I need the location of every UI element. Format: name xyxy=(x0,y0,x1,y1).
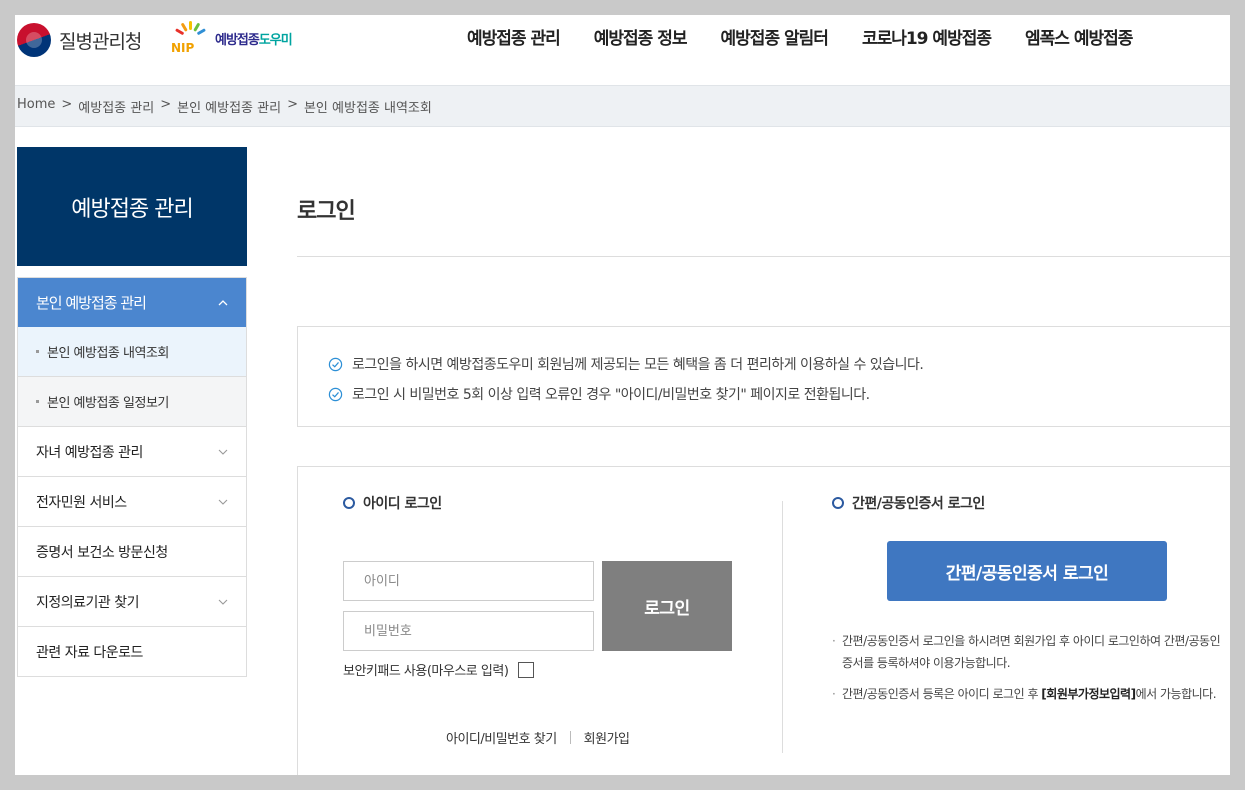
bullet-icon xyxy=(36,400,39,403)
sidebar-title: 예방접종 관리 xyxy=(17,147,247,266)
cert-login-title-text: 간편/공동인증서 로그인 xyxy=(852,496,985,512)
breadcrumb: Home > 예방접종 관리 > 본인 예방접종 관리 > 본인 예방접종 내역… xyxy=(17,97,432,116)
login-divider xyxy=(782,501,783,753)
sidebar-menu: 본인 예방접종 관리 본인 예방접종 내역조회 본인 예방접종 일정보기 자녀 … xyxy=(17,277,247,677)
sidebar-item-child-vaccination[interactable]: 자녀 예방접종 관리 xyxy=(18,427,246,477)
page-title: 로그인 xyxy=(297,199,356,224)
secure-keypad-label: 보안키패드 사용(마우스로 입력) xyxy=(343,664,509,679)
gnb-vaccination-info[interactable]: 예방접종 정보 xyxy=(577,27,704,51)
site-header: 질병관리청 NIP 예방접종도우미 예방접종 관리 예방접종 정보 예방접종 알… xyxy=(15,15,1230,85)
breadcrumb-item[interactable]: 예방접종 관리 xyxy=(78,97,154,116)
notice-box: 로그인을 하시면 예방접종도우미 회원님께 제공되는 모든 혜택을 좀 더 편리… xyxy=(297,326,1230,427)
sidebar-item-label: 지정의료기관 찾기 xyxy=(36,594,140,611)
breadcrumb-item[interactable]: 본인 예방접종 관리 xyxy=(177,97,281,116)
nip-logo-text: NIP xyxy=(171,41,195,55)
sidebar-group-self-vaccination[interactable]: 본인 예방접종 관리 xyxy=(18,278,246,327)
id-input[interactable] xyxy=(343,561,594,601)
sidebar-item-label: 증명서 보건소 방문신청 xyxy=(36,544,168,561)
nip-logo[interactable]: NIP 예방접종도우미 xyxy=(171,21,293,55)
breadcrumb-home[interactable]: Home xyxy=(17,97,55,116)
sidebar-item-e-civil-service[interactable]: 전자민원 서비스 xyxy=(18,477,246,527)
secure-keypad-checkbox[interactable] xyxy=(518,661,535,678)
notice-text: 로그인 시 비밀번호 5회 이상 입력 오류인 경우 "아이디/비밀번호 찾기"… xyxy=(352,387,870,403)
sidebar-subitem-schedule[interactable]: 본인 예방접종 일정보기 xyxy=(18,377,246,427)
member-info-link-text: [회원부가정보입력] xyxy=(1041,687,1136,701)
sun-logo-icon: NIP xyxy=(171,21,211,55)
gnb-vaccination-management[interactable]: 예방접종 관리 xyxy=(450,27,577,51)
sidebar-item-certificate-request[interactable]: 증명서 보건소 방문신청 xyxy=(18,527,246,577)
nip-name: 예방접종도우미 xyxy=(215,32,293,48)
breadcrumb-bar: Home > 예방접종 관리 > 본인 예방접종 관리 > 본인 예방접종 내역… xyxy=(15,85,1230,127)
gnb-vaccination-notice[interactable]: 예방접종 알림터 xyxy=(704,27,845,51)
login-box: 아이디 로그인 로그인 보안키패드 사용(마우스로 입력) 아이디/비밀번호 찾… xyxy=(297,466,1230,775)
org-name: 질병관리청 xyxy=(59,30,142,53)
chevron-down-icon xyxy=(218,599,228,605)
cert-login-title: 간편/공동인증서 로그인 xyxy=(832,493,985,513)
sidebar-item-label: 전자민원 서비스 xyxy=(36,494,127,511)
notice-item: 로그인을 하시면 예방접종도우미 회원님께 제공되는 모든 혜택을 좀 더 편리… xyxy=(328,354,924,374)
check-circle-icon xyxy=(328,387,343,401)
notice-text: 로그인을 하시면 예방접종도우미 회원님께 제공되는 모든 혜택을 좀 더 편리… xyxy=(352,357,924,373)
chevron-up-icon xyxy=(218,299,228,305)
breadcrumb-current: 본인 예방접종 내역조회 xyxy=(303,101,432,116)
find-id-password-link[interactable]: 아이디/비밀번호 찾기 xyxy=(446,728,557,747)
sidebar-subitem-history[interactable]: 본인 예방접종 내역조회 xyxy=(18,327,246,377)
notice-item: 로그인 시 비밀번호 5회 이상 입력 오류인 경우 "아이디/비밀번호 찾기"… xyxy=(328,384,870,404)
sidebar-item-downloads[interactable]: 관련 자료 다운로드 xyxy=(18,627,246,676)
sidebar-subitem-label: 본인 예방접종 내역조회 xyxy=(47,346,169,361)
account-links: 아이디/비밀번호 찾기 회원가입 xyxy=(446,728,630,747)
login-button[interactable]: 로그인 xyxy=(602,561,732,651)
chevron-down-icon xyxy=(218,449,228,455)
kdca-logo[interactable]: 질병관리청 xyxy=(17,23,142,57)
bullet-icon xyxy=(36,350,39,353)
breadcrumb-separator: > xyxy=(61,97,73,112)
join-link[interactable]: 회원가입 xyxy=(584,728,630,747)
check-circle-icon xyxy=(328,357,343,371)
cert-note: 간편/공동인증서 등록은 아이디 로그인 후 [회원부가정보입력]에서 가능합니… xyxy=(830,683,1225,705)
sidebar-item-label: 관련 자료 다운로드 xyxy=(36,644,143,661)
global-nav: 예방접종 관리 예방접종 정보 예방접종 알림터 코로나19 예방접종 엠폭스 … xyxy=(450,27,1149,51)
id-login-title: 아이디 로그인 xyxy=(343,493,442,513)
taegeuk-emblem-icon xyxy=(17,23,51,57)
sidebar-item-find-clinic[interactable]: 지정의료기관 찾기 xyxy=(18,577,246,627)
cert-note: 간편/공동인증서 로그인을 하시려면 회원가입 후 아이디 로그인하여 간편/공… xyxy=(830,630,1225,674)
page: 질병관리청 NIP 예방접종도우미 예방접종 관리 예방접종 정보 예방접종 알… xyxy=(15,15,1230,775)
gnb-mpox[interactable]: 엠폭스 예방접종 xyxy=(1008,27,1149,51)
breadcrumb-separator: > xyxy=(160,97,172,112)
link-divider xyxy=(569,731,571,744)
title-divider xyxy=(297,256,1230,257)
breadcrumb-separator: > xyxy=(287,97,298,112)
password-input[interactable] xyxy=(343,611,594,651)
circle-bullet-icon xyxy=(832,497,844,509)
sidebar-subitem-label: 본인 예방접종 일정보기 xyxy=(47,396,169,411)
gnb-covid19[interactable]: 코로나19 예방접종 xyxy=(845,27,1008,51)
circle-bullet-icon xyxy=(343,497,355,509)
sidebar-group-label: 본인 예방접종 관리 xyxy=(36,294,147,312)
cert-login-button[interactable]: 간편/공동인증서 로그인 xyxy=(887,541,1167,601)
secure-keypad-option: 보안키패드 사용(마우스로 입력) xyxy=(343,660,535,679)
chevron-down-icon xyxy=(218,499,228,505)
id-login-title-text: 아이디 로그인 xyxy=(363,496,442,512)
sidebar-item-label: 자녀 예방접종 관리 xyxy=(36,444,143,461)
